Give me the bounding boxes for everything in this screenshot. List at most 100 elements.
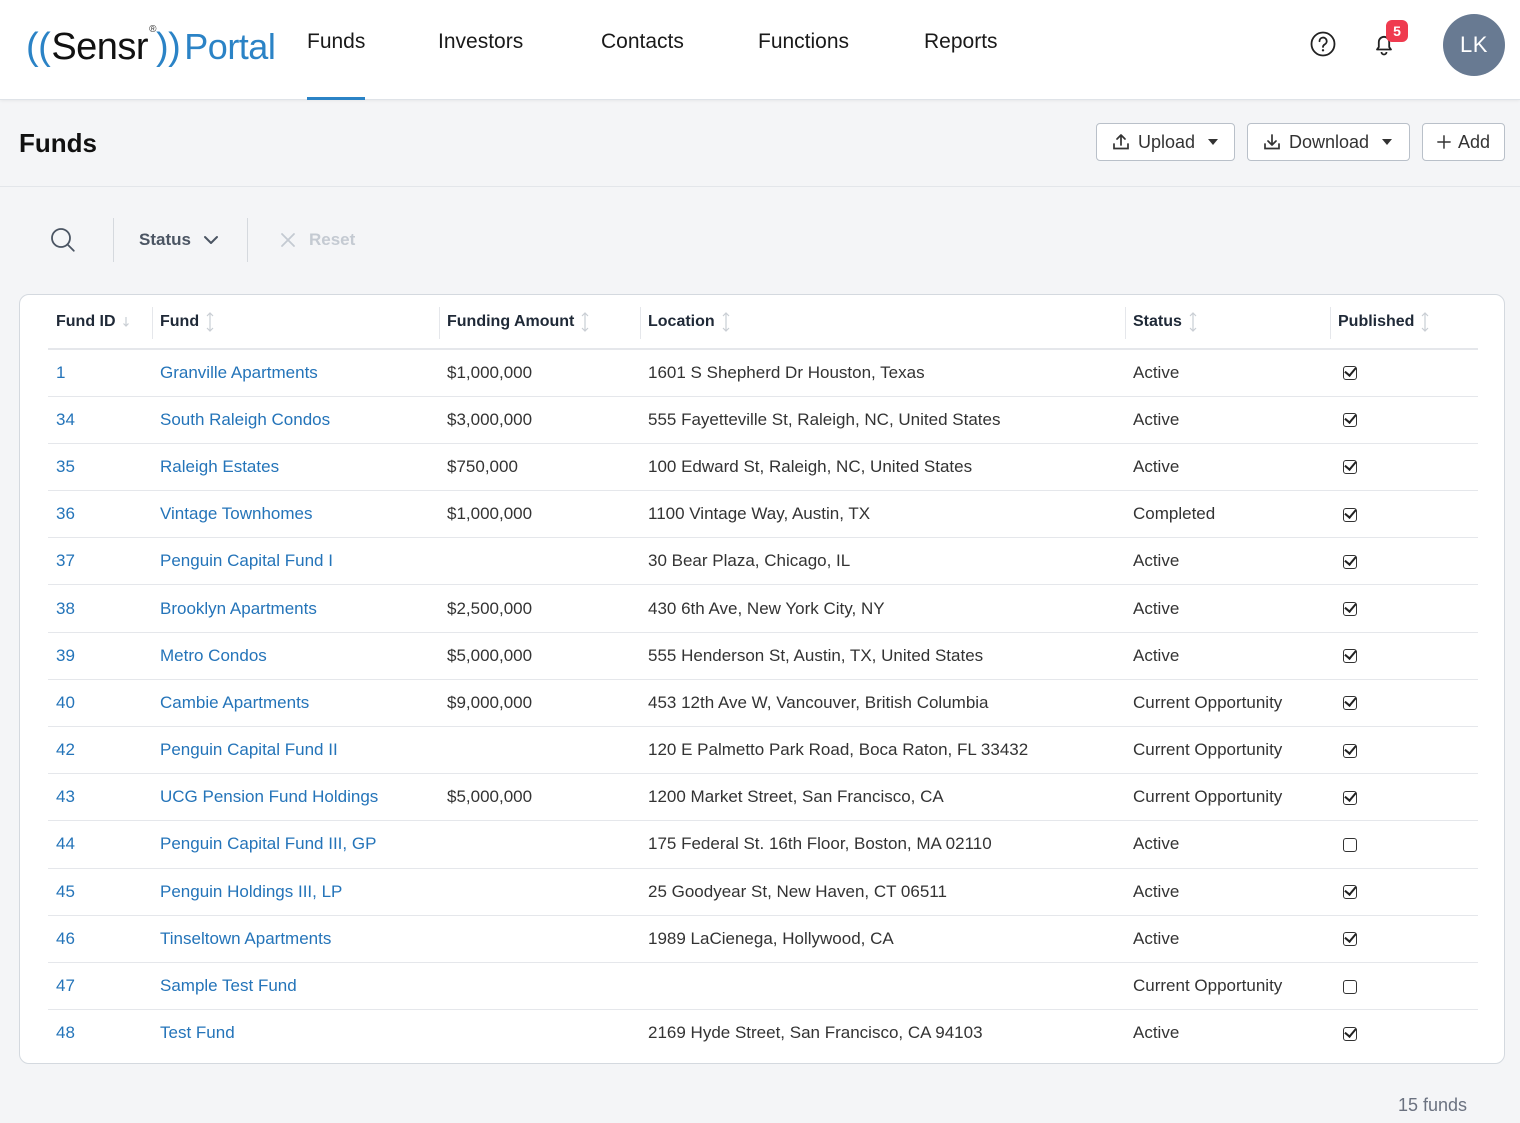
fund-name-link[interactable]: Brooklyn Apartments — [160, 599, 317, 618]
published-checked-icon[interactable] — [1343, 743, 1357, 758]
fund-name-cell[interactable]: Vintage Townhomes — [152, 490, 439, 539]
published-checked-icon[interactable] — [1343, 460, 1357, 475]
upload-button[interactable]: Upload — [1096, 123, 1235, 161]
column-header-location[interactable]: Location — [640, 295, 1125, 350]
published-checked-icon[interactable] — [1343, 790, 1357, 805]
published-checked-icon[interactable] — [1343, 932, 1357, 947]
fund-id-cell[interactable]: 36 — [48, 490, 152, 539]
table-row[interactable]: 44 Penguin Capital Fund III, GP 175 Federa… — [48, 820, 1478, 869]
nav-item-contacts[interactable]: Contacts — [601, 30, 684, 100]
published-checked-icon[interactable] — [1343, 1026, 1357, 1041]
table-row[interactable]: 40 Cambie Apartments $9,000,000 453 12th Av… — [48, 679, 1478, 728]
fund-name-link[interactable]: South Raleigh Condos — [160, 410, 330, 429]
fund-name-cell[interactable]: Brooklyn Apartments — [152, 584, 439, 633]
fund-id-cell[interactable]: 35 — [48, 443, 152, 492]
fund-name-cell[interactable]: Tinseltown Apartments — [152, 915, 439, 963]
fund-id-link[interactable]: 42 — [56, 740, 75, 759]
nav-item-funds[interactable]: Funds — [307, 30, 366, 100]
fund-id-cell[interactable]: 48 — [48, 1010, 152, 1057]
fund-id-cell[interactable]: 34 — [48, 396, 152, 444]
published-unchecked-icon[interactable] — [1343, 837, 1357, 852]
fund-name-link[interactable]: Penguin Capital Fund I — [160, 551, 333, 570]
fund-id-link[interactable]: 46 — [56, 929, 75, 948]
fund-id-link[interactable]: 1 — [56, 363, 65, 382]
fund-name-link[interactable]: Penguin Holdings III, LP — [160, 882, 342, 901]
fund-name-link[interactable]: Granville Apartments — [160, 363, 318, 382]
published-unchecked-icon[interactable] — [1343, 979, 1357, 994]
published-checked-icon[interactable] — [1343, 413, 1357, 428]
table-row[interactable]: 39 Metro Condos $5,000,000 555 Henderson St… — [48, 632, 1478, 680]
table-row[interactable]: 48 Test Fund 2169 Hyde Street, San Francis… — [48, 1010, 1478, 1057]
fund-id-link[interactable]: 39 — [56, 646, 75, 665]
fund-id-cell[interactable]: 38 — [48, 584, 152, 633]
fund-id-link[interactable]: 44 — [56, 834, 75, 853]
fund-name-cell[interactable]: Raleigh Estates — [152, 443, 439, 492]
published-checked-icon[interactable] — [1343, 649, 1357, 664]
fund-name-link[interactable]: Vintage Townhomes — [160, 504, 312, 523]
fund-name-link[interactable]: Penguin Capital Fund III, GP — [160, 834, 376, 853]
fund-id-cell[interactable]: 40 — [48, 679, 152, 728]
fund-name-cell[interactable]: Metro Condos — [152, 632, 439, 680]
nav-item-reports[interactable]: Reports — [924, 30, 998, 100]
fund-name-link[interactable]: Test Fund — [160, 1023, 235, 1042]
fund-id-link[interactable]: 38 — [56, 599, 75, 618]
fund-name-cell[interactable]: Penguin Holdings III, LP — [152, 868, 439, 916]
column-header-published[interactable]: Published — [1330, 295, 1478, 350]
fund-id-link[interactable]: 34 — [56, 410, 75, 429]
fund-id-link[interactable]: 40 — [56, 693, 75, 712]
sensr-portal-logo[interactable]: (( Sensr ® )) Portal — [26, 22, 276, 72]
column-header-funding-amount[interactable]: Funding Amount — [439, 295, 640, 350]
fund-id-cell[interactable]: 47 — [48, 962, 152, 1011]
fund-id-link[interactable]: 47 — [56, 976, 75, 995]
published-checked-icon[interactable] — [1343, 696, 1357, 711]
table-row[interactable]: 35 Raleigh Estates $750,000 100 Edward St, … — [48, 443, 1478, 492]
table-row[interactable]: 43 UCG Pension Fund Holdings $5,000,000 120… — [48, 773, 1478, 822]
fund-id-cell[interactable]: 42 — [48, 726, 152, 775]
fund-id-cell[interactable]: 46 — [48, 915, 152, 963]
fund-id-link[interactable]: 36 — [56, 504, 75, 523]
fund-id-cell[interactable]: 39 — [48, 632, 152, 680]
column-header-fund-id[interactable]: Fund ID — [48, 295, 152, 350]
published-checked-icon[interactable] — [1343, 554, 1357, 569]
fund-name-cell[interactable]: Test Fund — [152, 1010, 439, 1057]
fund-name-cell[interactable]: Sample Test Fund — [152, 962, 439, 1011]
reset-filters-button[interactable]: Reset — [279, 230, 355, 250]
table-row[interactable]: 36 Vintage Townhomes $1,000,000 1100 Vintag… — [48, 490, 1478, 539]
fund-name-cell[interactable]: Penguin Capital Fund II — [152, 726, 439, 775]
table-row[interactable]: 42 Penguin Capital Fund II 120 E Palmetto … — [48, 726, 1478, 775]
fund-name-cell[interactable]: South Raleigh Condos — [152, 396, 439, 444]
fund-name-cell[interactable]: Granville Apartments — [152, 349, 439, 397]
search-icon[interactable] — [49, 226, 77, 259]
fund-id-link[interactable]: 43 — [56, 787, 75, 806]
table-row[interactable]: 45 Penguin Holdings III, LP 25 Goodyear St… — [48, 868, 1478, 916]
table-row[interactable]: 47 Sample Test Fund Current Opportunity — [48, 962, 1478, 1011]
add-fund-button[interactable]: Add — [1422, 123, 1505, 161]
fund-name-cell[interactable]: UCG Pension Fund Holdings — [152, 773, 439, 822]
published-checked-icon[interactable] — [1343, 366, 1357, 381]
table-row[interactable]: 34 South Raleigh Condos $3,000,000 555 Faye… — [48, 396, 1478, 444]
fund-id-cell[interactable]: 1 — [48, 349, 152, 397]
column-header-status[interactable]: Status — [1125, 295, 1330, 350]
fund-name-cell[interactable]: Cambie Apartments — [152, 679, 439, 728]
fund-name-cell[interactable]: Penguin Capital Fund III, GP — [152, 820, 439, 869]
column-header-fund[interactable]: Fund — [152, 295, 439, 350]
download-button[interactable]: Download — [1247, 123, 1410, 161]
fund-id-cell[interactable]: 45 — [48, 868, 152, 916]
table-row[interactable]: 38 Brooklyn Apartments $2,500,000 430 6th A… — [48, 584, 1478, 633]
fund-name-link[interactable]: Tinseltown Apartments — [160, 929, 331, 948]
table-row[interactable]: 1 Granville Apartments $1,000,000 1601 S Sh… — [48, 349, 1478, 397]
fund-id-cell[interactable]: 37 — [48, 537, 152, 586]
fund-id-link[interactable]: 45 — [56, 882, 75, 901]
fund-name-link[interactable]: Metro Condos — [160, 646, 267, 665]
fund-name-link[interactable]: Raleigh Estates — [160, 457, 279, 476]
fund-id-link[interactable]: 37 — [56, 551, 75, 570]
fund-name-link[interactable]: Penguin Capital Fund II — [160, 740, 338, 759]
nav-item-investors[interactable]: Investors — [438, 30, 523, 100]
fund-name-link[interactable]: UCG Pension Fund Holdings — [160, 787, 378, 806]
fund-id-link[interactable]: 48 — [56, 1023, 75, 1042]
fund-id-cell[interactable]: 44 — [48, 820, 152, 869]
fund-id-cell[interactable]: 43 — [48, 773, 152, 822]
table-row[interactable]: 46 Tinseltown Apartments 1989 LaCienega, H… — [48, 915, 1478, 963]
fund-id-link[interactable]: 35 — [56, 457, 75, 476]
fund-name-link[interactable]: Cambie Apartments — [160, 693, 309, 712]
